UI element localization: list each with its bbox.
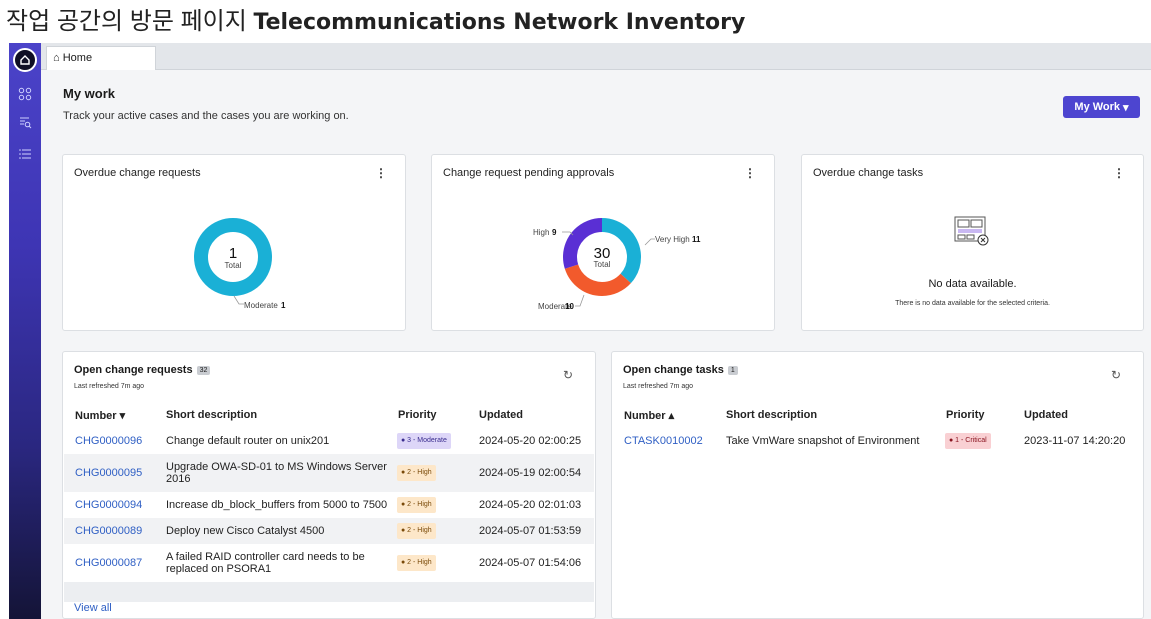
record-number-link[interactable]: CHG0000095 [75, 454, 142, 492]
last-refreshed: Last refreshed 7m ago [623, 383, 694, 390]
caret-down-icon: ▾ [1123, 101, 1129, 114]
priority-badge: ● 2 - High [397, 465, 436, 481]
table-row[interactable]: CTASK0010002 Take VmWare snapshot of Env… [613, 428, 1142, 454]
updated-timestamp: 2024-05-07 01:54:06 [479, 557, 582, 569]
refresh-icon[interactable]: ↻ [563, 368, 573, 382]
priority-badge: ● 3 - Moderate [397, 433, 451, 449]
page-heading: 작업 공간의 방문 페이지 Telecommunications Network… [6, 4, 745, 40]
donut-total-label: Total [594, 260, 611, 269]
leader-line-very-high [644, 238, 655, 246]
legend-value-very-high: 11 [692, 235, 701, 244]
updated-timestamp: 2024-05-19 02:00:54 [479, 467, 582, 479]
search-list-icon[interactable] [9, 111, 41, 133]
column-header-number[interactable]: Number ▾ [75, 409, 125, 422]
priority-badge: ● 2 - High [397, 555, 436, 571]
legend-value-high: 9 [552, 228, 557, 237]
column-header-priority[interactable]: Priority [398, 409, 437, 421]
column-header-description[interactable]: Short description [166, 409, 257, 421]
card-overdue-change-requests: Overdue change requests ⋮ 1 Total Modera… [62, 154, 406, 331]
updated-timestamp: 2024-05-07 01:53:59 [479, 525, 582, 537]
updated-timestamp: 2023-11-07 14:20:20 [1024, 435, 1126, 447]
short-description: Take VmWare snapshot of Environment [726, 435, 920, 447]
card-overdue-change-tasks: Overdue change tasks ⋮ No data available… [801, 154, 1144, 331]
donut-chart-pending-approvals: 30 Total High 9 Very High 11 Moderate 10 [533, 218, 701, 311]
no-data-subtitle: There is no data available for the selec… [895, 300, 1050, 307]
legend-label-very-high: Very High [655, 235, 690, 244]
tab-home-label: Home [62, 52, 93, 64]
record-number-link[interactable]: CHG0000096 [75, 428, 142, 454]
page-heading-title: Telecommunications Network Inventory [253, 10, 746, 35]
card-pending-approvals: Change request pending approvals ⋮ 30 To… [431, 154, 775, 331]
list-icon[interactable] [9, 143, 41, 165]
tab-home-icon: ⌂ [53, 52, 60, 64]
more-options-icon[interactable]: ⋮ [1113, 166, 1125, 180]
donut-total-label: Total [225, 261, 242, 270]
no-data-title: No data available. [928, 278, 1017, 290]
legend-label-high: High [533, 228, 549, 237]
table-row[interactable]: CHG0000095 Upgrade OWA-SD-01 to MS Windo… [64, 454, 594, 492]
priority-badge: ● 2 - High [397, 497, 436, 513]
donut-total-value: 1 [229, 245, 237, 262]
table-row-partial [64, 582, 594, 602]
column-header-priority[interactable]: Priority [946, 409, 985, 421]
table-row[interactable]: CHG0000087 A failed RAID controller card… [64, 544, 594, 582]
leader-line-moderate [575, 294, 585, 307]
tab-home[interactable]: ⌂ Home [46, 46, 156, 70]
list-title-text: Open change requests [74, 364, 193, 376]
priority-badge: ● 2 - High [397, 523, 436, 539]
short-description: A failed RAID controller card needs to b… [166, 551, 365, 575]
tab-bar: ⌂ Home [41, 43, 1151, 70]
legend-value-moderate: 10 [565, 302, 574, 311]
table-row[interactable]: CHG0000089 Deploy new Cisco Catalyst 450… [64, 518, 594, 544]
page-title: My work [63, 86, 116, 101]
donut-chart-overdue-requests: 1 Total Moderate 1 [194, 218, 286, 310]
column-header-updated[interactable]: Updated [479, 409, 523, 421]
main-content: My work Track your active cases and the … [41, 70, 1151, 619]
apps-icon[interactable] [9, 83, 41, 105]
list-title: Open change requests 32 [74, 364, 211, 376]
list-title: Open change tasks 1 [623, 364, 738, 376]
priority-badge: ● 1 - Critical [945, 433, 991, 449]
column-header-number[interactable]: Number ▴ [624, 409, 674, 422]
page-subtitle: Track your active cases and the cases yo… [63, 110, 349, 122]
open-change-requests-list: Open change requests 32 Last refreshed 7m… [62, 351, 596, 619]
list-title-text: Open change tasks [623, 364, 724, 376]
short-description: Upgrade OWA-SD-01 to MS Windows Server 2… [166, 461, 387, 485]
short-description: Increase db_block_buffers from 5000 to 7… [166, 499, 388, 511]
leader-line [233, 295, 244, 305]
table-row[interactable]: CHG0000096 Change default router on unix… [64, 428, 594, 454]
record-number-link[interactable]: CHG0000094 [75, 492, 142, 518]
legend-value-moderate: 1 [281, 301, 286, 310]
count-badge: 32 [196, 366, 211, 375]
short-description: Deploy new Cisco Catalyst 4500 [166, 525, 325, 537]
home-icon[interactable] [13, 48, 37, 72]
no-data-icon [954, 216, 989, 246]
refresh-icon[interactable]: ↻ [1111, 368, 1121, 382]
count-badge: 1 [727, 366, 738, 375]
view-all-link[interactable]: View all [74, 602, 112, 614]
last-refreshed: Last refreshed 7m ago [74, 383, 145, 390]
updated-timestamp: 2024-05-20 02:01:03 [479, 499, 582, 511]
short-description: Change default router on unix201 [166, 435, 330, 447]
card-title: Overdue change tasks [813, 167, 924, 179]
column-header-description[interactable]: Short description [726, 409, 817, 421]
record-number-link[interactable]: CTASK0010002 [624, 428, 703, 454]
record-number-link[interactable]: CHG0000089 [75, 518, 142, 544]
legend-label-moderate: Moderate [244, 301, 278, 310]
page-heading-korean: 작업 공간의 방문 페이지 [6, 8, 247, 35]
updated-timestamp: 2024-05-20 02:00:25 [479, 435, 582, 447]
my-work-button[interactable]: My Work ▾ [1063, 96, 1140, 118]
table-row[interactable]: CHG0000094 Increase db_block_buffers fro… [64, 492, 594, 518]
my-work-button-label: My Work [1074, 101, 1121, 113]
column-header-updated[interactable]: Updated [1024, 409, 1068, 421]
record-number-link[interactable]: CHG0000087 [75, 544, 142, 582]
sidebar [9, 43, 41, 619]
open-change-tasks-list: Open change tasks 1 Last refreshed 7m ago… [611, 351, 1144, 619]
